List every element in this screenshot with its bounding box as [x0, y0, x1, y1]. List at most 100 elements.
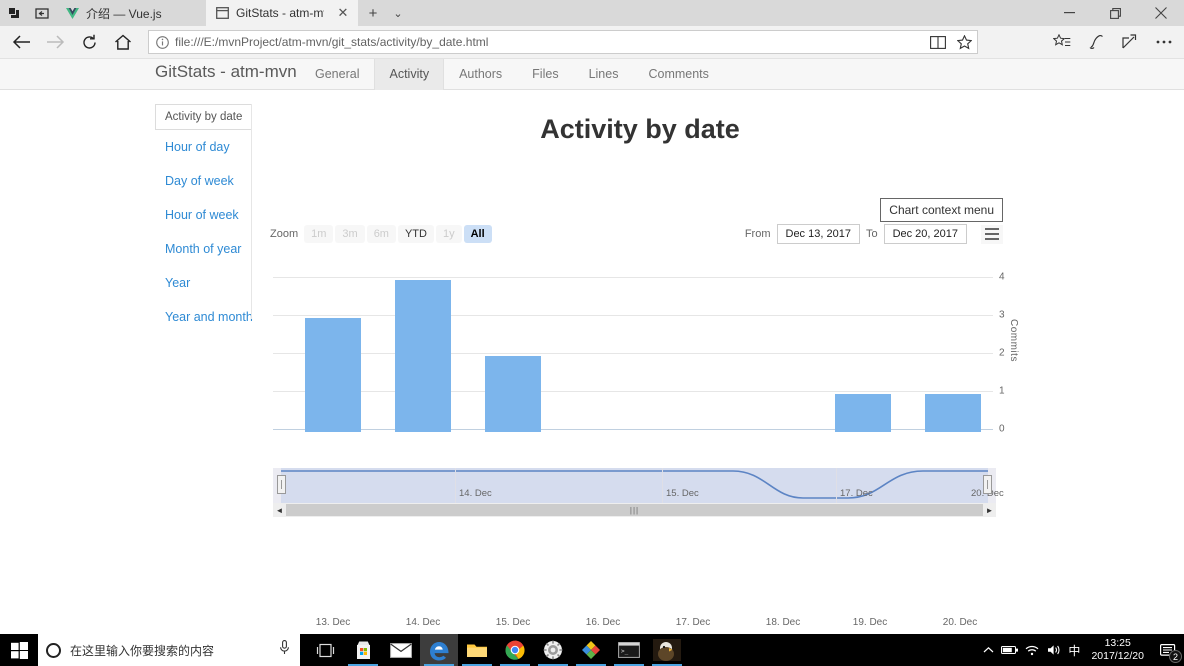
zoom-button-3m[interactable]: 3m — [335, 225, 365, 243]
x-tick-3: 16. Dec — [585, 617, 621, 628]
info-icon[interactable] — [149, 35, 175, 49]
from-label: From — [744, 228, 771, 240]
site-navbar: GitStats - atm-mvn General Activity Auth… — [0, 59, 1184, 90]
zoom-button-all[interactable]: All — [463, 225, 492, 243]
clock-date: 2017/12/20 — [1091, 650, 1144, 662]
search-placeholder-text: 在这里输入你要搜索的内容 — [70, 643, 215, 658]
navigator-label-1: 15. Dec — [666, 488, 699, 499]
ime-indicator[interactable]: 中 — [1065, 634, 1083, 666]
chart-scrollbar[interactable]: ◄ ► ||| — [273, 503, 996, 517]
favorites-hub-icon[interactable] — [1045, 28, 1079, 56]
zoom-button-6m[interactable]: 6m — [366, 225, 396, 243]
x-tick-7: 20. Dec — [942, 617, 978, 628]
scrollbar-left-arrow[interactable]: ◄ — [273, 503, 286, 517]
favorite-star-icon[interactable] — [951, 31, 977, 53]
bar-20-dec[interactable] — [925, 394, 981, 432]
bar-14-dec[interactable] — [395, 280, 451, 432]
notification-icon[interactable]: 2 — [1152, 634, 1184, 666]
navigator-handle-left[interactable] — [277, 475, 286, 494]
windows-cascade-icon[interactable] — [0, 0, 28, 26]
vue-logo-icon — [64, 5, 80, 21]
navigator-handle-right[interactable] — [983, 475, 992, 494]
zoom-button-ytd[interactable]: YTD — [397, 225, 434, 243]
range-selector: Zoom 1m 3m 6m YTD 1y All — [270, 225, 494, 243]
navigator-gridline-2 — [836, 468, 837, 505]
refresh-icon[interactable] — [72, 26, 106, 58]
navigator-series — [281, 470, 988, 499]
chrome-browser-icon[interactable] — [496, 634, 534, 666]
scrollbar-right-arrow[interactable]: ► — [983, 503, 996, 517]
new-tab-button[interactable]: + — [363, 3, 383, 23]
y-tick-0: 0 — [999, 423, 1005, 435]
gridline-2 — [273, 353, 993, 354]
terminal-icon[interactable]: >_ — [610, 634, 648, 666]
zoom-button-1y[interactable]: 1y — [435, 225, 462, 243]
tab-title: 介绍 — Vue.js — [86, 6, 162, 21]
taskbar-clock[interactable]: 13:25 2017/12/20 — [1083, 637, 1152, 663]
home-icon[interactable] — [106, 26, 140, 58]
plot-area: 4 3 2 1 0 Commits 13. Dec 14. Dec 15. De… — [273, 272, 1019, 628]
share-icon[interactable] — [1113, 28, 1147, 56]
to-label: To — [865, 228, 878, 240]
microsoft-store-icon[interactable] — [344, 634, 382, 666]
page-content: GitStats - atm-mvn General Activity Auth… — [0, 59, 1184, 629]
web-notes-icon[interactable] — [1079, 28, 1113, 56]
to-date-input[interactable]: Dec 20, 2017 — [883, 224, 967, 244]
tab-files[interactable]: Files — [517, 59, 573, 90]
x-tick-5: 18. Dec — [765, 617, 801, 628]
close-window-button[interactable] — [1138, 0, 1184, 26]
search-input[interactable]: 在这里输入你要搜索的内容 — [38, 634, 300, 666]
gear-app-icon[interactable] — [534, 634, 572, 666]
forward-arrow-icon[interactable] — [38, 26, 72, 58]
task-view-icon[interactable] — [306, 634, 344, 666]
zoom-label: Zoom — [270, 228, 299, 240]
gridline-1 — [273, 391, 993, 392]
x-tick-2: 15. Dec — [495, 617, 531, 628]
chart-navigator[interactable]: 14. Dec 15. Dec 17. Dec 20. Dec — [273, 468, 1004, 505]
set-aside-tabs-icon[interactable] — [28, 0, 56, 26]
page-title: Activity by date — [540, 114, 740, 144]
minimize-button[interactable] — [1046, 0, 1092, 26]
browser-tab-0[interactable]: 介绍 — Vue.js — [56, 0, 206, 26]
more-icon[interactable] — [1147, 28, 1181, 56]
volume-icon[interactable] — [1043, 634, 1065, 666]
tab-activity[interactable]: Activity — [374, 59, 445, 90]
tab-lines[interactable]: Lines — [574, 59, 634, 90]
restore-button[interactable] — [1092, 0, 1138, 26]
window-menu-buttons — [0, 0, 56, 26]
zoom-button-1m[interactable]: 1m — [304, 225, 334, 243]
bar-15-dec[interactable] — [485, 356, 541, 432]
from-date-input[interactable]: Dec 13, 2017 — [776, 224, 860, 244]
y-tick-1: 1 — [999, 385, 1005, 397]
microphone-icon[interactable] — [279, 640, 290, 660]
tab-list-chevron-down-icon[interactable]: ⌄ — [388, 3, 408, 23]
gridline-3 — [273, 315, 993, 316]
file-explorer-icon[interactable] — [458, 634, 496, 666]
bar-13-dec[interactable] — [305, 318, 361, 432]
browser-tab-1[interactable]: GitStats - atm-mvn ✕ — [206, 0, 358, 26]
reading-view-icon[interactable] — [925, 31, 951, 53]
navigator-label-2: 17. Dec — [840, 488, 873, 499]
tab-comments[interactable]: Comments — [633, 59, 723, 90]
colorful-diamond-app-icon[interactable] — [572, 634, 610, 666]
hamburger-menu-icon[interactable] — [981, 224, 1003, 244]
tab-title: GitStats - atm-mvn — [236, 6, 324, 20]
mail-icon[interactable] — [382, 634, 420, 666]
battery-icon[interactable] — [999, 634, 1021, 666]
bar-19-dec[interactable] — [835, 394, 891, 432]
wifi-icon[interactable] — [1021, 634, 1043, 666]
show-hidden-icons-icon[interactable] — [977, 634, 999, 666]
browser-action-icons — [1045, 28, 1181, 56]
url-text: file:///E:/mvnProject/atm-mvn/git_stats/… — [175, 35, 489, 49]
tab-authors[interactable]: Authors — [444, 59, 517, 90]
edge-browser-icon[interactable] — [420, 634, 458, 666]
windows-start-icon[interactable] — [0, 634, 38, 666]
tab-general[interactable]: General — [300, 59, 374, 90]
scrollbar-thumb[interactable]: ||| — [286, 504, 983, 516]
address-bar[interactable]: file:///E:/mvnProject/atm-mvn/git_stats/… — [148, 30, 978, 54]
y-axis-title: Commits — [1008, 319, 1019, 362]
back-arrow-icon[interactable] — [4, 26, 38, 58]
chart-container: Activity by date Chart context menu Zoom… — [265, 99, 1019, 628]
eagle-photo-icon[interactable] — [648, 634, 686, 666]
close-tab-icon[interactable]: ✕ — [336, 5, 350, 21]
